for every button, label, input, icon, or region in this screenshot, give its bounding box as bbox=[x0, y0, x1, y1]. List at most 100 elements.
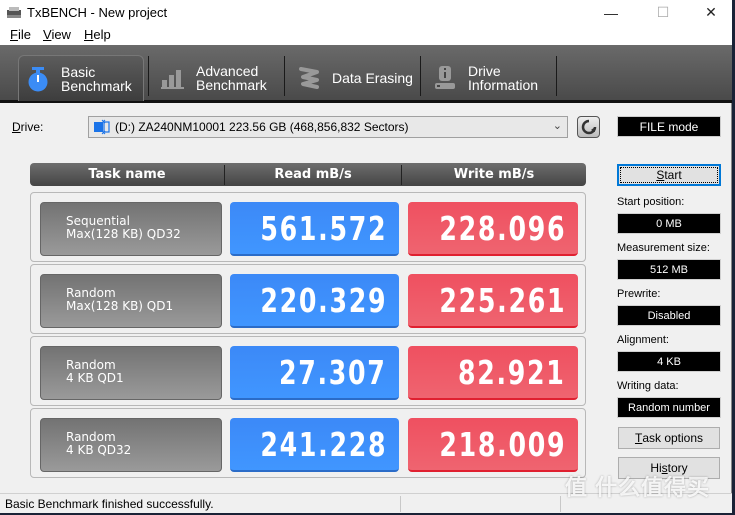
drive-info-icon bbox=[432, 65, 458, 91]
close-icon: ✕ bbox=[705, 4, 717, 20]
drive-select-value: (D:) ZA240NM10001 223.56 GB (468,856,832… bbox=[115, 120, 409, 134]
task-name-line1: Sequential bbox=[66, 214, 130, 228]
write-value: 218.009 bbox=[408, 418, 578, 472]
tab-drive-information-label: Drive Information bbox=[468, 64, 538, 92]
task-name-line2: Max(128 KB) QD1 bbox=[66, 299, 174, 313]
maximize-icon: ☐ bbox=[656, 4, 670, 20]
task-button[interactable]: Random 4 KB QD32 bbox=[40, 418, 222, 472]
task-name-line2: 4 KB QD1 bbox=[66, 371, 124, 385]
results-table-header: Task name Read mB/s Write mB/s bbox=[30, 163, 586, 186]
measurement-size-label: Measurement size: bbox=[617, 242, 710, 254]
tab-separator bbox=[284, 56, 285, 96]
txbench-window: TxBENCH - New project — ☐ ✕ File View He… bbox=[0, 0, 732, 513]
result-row-rnd-4k-q1: Random 4 KB QD1 27.307 82.921 bbox=[30, 336, 586, 406]
drive-label-text: rive: bbox=[20, 120, 44, 134]
close-button[interactable]: ✕ bbox=[688, 0, 734, 25]
app-icon bbox=[7, 7, 21, 18]
drive-label: Drive: bbox=[12, 120, 43, 134]
drive-select[interactable]: (D:) ZA240NM10001 223.56 GB (468,856,832… bbox=[88, 116, 568, 138]
measurement-size-value[interactable]: 512 MB bbox=[617, 259, 721, 280]
task-name-line1: Random bbox=[66, 286, 116, 300]
task-options-label: ask options bbox=[642, 431, 704, 445]
write-value-text: 225.261 bbox=[439, 280, 566, 320]
write-value-text: 218.009 bbox=[439, 424, 566, 464]
task-options-accel: T bbox=[634, 431, 643, 445]
title-bar: TxBENCH - New project — ☐ ✕ bbox=[0, 0, 732, 25]
task-options-button[interactable]: Task options bbox=[618, 427, 720, 449]
chevron-down-icon: ⌄ bbox=[552, 120, 562, 132]
tab-separator bbox=[148, 56, 149, 96]
main-toolbar: Basic Benchmark Advanced Benchmark Data Er… bbox=[0, 45, 732, 103]
write-value: 228.096 bbox=[408, 202, 578, 256]
file-mode-indicator: FILE mode bbox=[617, 116, 721, 137]
refresh-button[interactable] bbox=[577, 116, 600, 138]
minimize-button[interactable]: — bbox=[588, 0, 634, 25]
alignment-label: Alignment: bbox=[617, 334, 669, 346]
read-value-text: 27.307 bbox=[279, 352, 387, 392]
task-name-line1: Random bbox=[66, 358, 116, 372]
refresh-icon bbox=[581, 119, 596, 135]
start-button[interactable]: Start bbox=[617, 164, 721, 186]
tab-advanced-benchmark-label: Advanced Benchmark bbox=[196, 64, 267, 92]
window-title: TxBENCH - New project bbox=[27, 5, 168, 20]
task-button[interactable]: Random 4 KB QD1 bbox=[40, 346, 222, 400]
drive-icon bbox=[94, 119, 110, 135]
task-button[interactable]: Sequential Max(128 KB) QD32 bbox=[40, 202, 222, 256]
menu-file-label: ile bbox=[17, 27, 31, 42]
tab-basic-benchmark-label: Basic Benchmark bbox=[61, 65, 132, 93]
tab-label-line2: Information bbox=[468, 77, 539, 93]
start-position-label: Start position: bbox=[617, 196, 685, 208]
read-value-text: 220.329 bbox=[260, 280, 387, 320]
prewrite-value[interactable]: Disabled bbox=[617, 305, 721, 326]
menu-bar: File View Help bbox=[0, 25, 732, 45]
menu-file[interactable]: File bbox=[10, 27, 31, 42]
write-value-text: 228.096 bbox=[439, 208, 566, 248]
result-row-rnd-max-q1: Random Max(128 KB) QD1 220.329 225.261 bbox=[30, 264, 586, 334]
result-row-seq-q32: Sequential Max(128 KB) QD32 561.572 228.0… bbox=[30, 192, 586, 262]
result-row-rnd-4k-q32: Random 4 KB QD32 241.228 218.009 bbox=[30, 408, 586, 478]
read-value-text: 561.572 bbox=[260, 208, 387, 248]
task-name-line2: Max(128 KB) QD32 bbox=[66, 227, 181, 241]
tab-drive-information[interactable]: Drive Information bbox=[422, 55, 556, 101]
tab-separator bbox=[420, 56, 421, 96]
menu-view[interactable]: View bbox=[43, 27, 71, 42]
alignment-value[interactable]: 4 KB bbox=[617, 351, 721, 372]
menu-help[interactable]: Help bbox=[84, 27, 111, 42]
write-value-text: 82.921 bbox=[458, 352, 566, 392]
stopwatch-icon bbox=[25, 66, 51, 92]
eraser-icon bbox=[296, 65, 322, 91]
maximize-button[interactable]: ☐ bbox=[640, 0, 686, 25]
read-value-text: 241.228 bbox=[260, 424, 387, 464]
tab-data-erasing-label: Data Erasing bbox=[332, 70, 413, 86]
task-button[interactable]: Random Max(128 KB) QD1 bbox=[40, 274, 222, 328]
start-accel: S bbox=[656, 168, 665, 182]
writing-data-value[interactable]: Random number bbox=[617, 397, 721, 418]
read-value: 241.228 bbox=[230, 418, 399, 472]
tab-label-line2: Benchmark bbox=[196, 77, 267, 93]
writing-data-label: Writing data: bbox=[617, 380, 679, 392]
tab-separator bbox=[556, 56, 557, 96]
menu-view-label: iew bbox=[51, 27, 71, 42]
status-text: Basic Benchmark finished successfully. bbox=[5, 497, 214, 511]
write-value: 225.261 bbox=[408, 274, 578, 328]
bar-chart-icon bbox=[160, 65, 186, 91]
status-separator bbox=[560, 496, 561, 512]
menu-help-accel: H bbox=[84, 27, 94, 42]
drive-label-accel: D bbox=[12, 120, 21, 134]
task-name-line2: 4 KB QD32 bbox=[66, 443, 132, 457]
read-value: 27.307 bbox=[230, 346, 399, 400]
status-separator bbox=[400, 496, 401, 512]
tab-data-erasing[interactable]: Data Erasing bbox=[286, 55, 420, 101]
tab-basic-benchmark[interactable]: Basic Benchmark bbox=[18, 55, 144, 101]
write-value: 82.921 bbox=[408, 346, 578, 400]
header-write: Write mB/s bbox=[453, 167, 535, 182]
header-task-name: Task name bbox=[88, 167, 166, 182]
task-name-line1: Random bbox=[66, 430, 116, 444]
tab-advanced-benchmark[interactable]: Advanced Benchmark bbox=[150, 55, 284, 101]
watermark: 值 什么值得买 bbox=[565, 475, 711, 500]
menu-file-accel: F bbox=[10, 27, 18, 42]
tab-label-line2: Benchmark bbox=[61, 77, 132, 94]
read-value: 220.329 bbox=[230, 274, 399, 328]
read-value: 561.572 bbox=[230, 202, 399, 256]
start-position-value[interactable]: 0 MB bbox=[617, 213, 721, 234]
